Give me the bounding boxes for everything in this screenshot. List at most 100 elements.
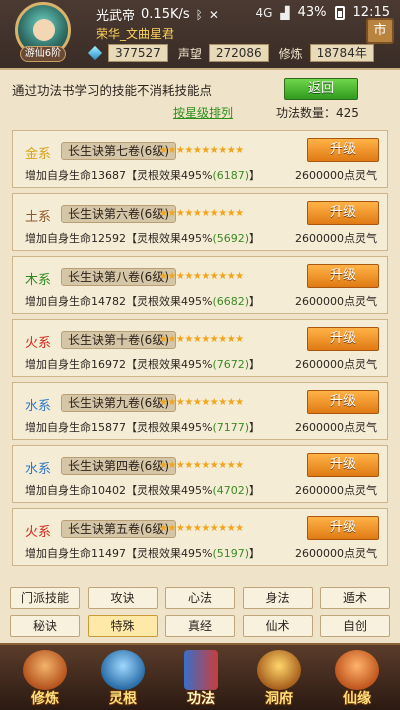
player-name: 荣华_文曲星君	[96, 27, 175, 41]
skill-card: 水系 长生诀第四卷(6级) ★★★★★★★★★★ 升级 增加自身生命10402【…	[12, 445, 388, 503]
category-tabs: 门派技能 攻诀 心法 身法 遁术 秘诀 特殊 真经 仙术 自创	[10, 587, 390, 643]
effect-close: 】	[249, 547, 261, 560]
star-rating: ★★★★★★★★★★	[159, 460, 244, 471]
skill-element: 水系	[25, 399, 52, 414]
star-rating: ★★★★★★★★★★	[159, 145, 244, 156]
skill-effect: 增加自身生命16972【灵根效果495%(7672)】	[25, 356, 260, 372]
upgrade-button[interactable]: 升级	[307, 390, 379, 414]
effect-text: 增加自身生命13687【灵根效果495%	[25, 169, 213, 182]
top-header: 光武帝 0.15K/s ᛒ ✕ 4G ▟ 43% 12:15 游仙6阶 荣华_文…	[0, 0, 400, 68]
skill-panel: 通过功法书学习的技能不消耗技能点 返回 按星级排列 功法数量：425 金系 长生…	[0, 68, 400, 643]
tab-attack[interactable]: 攻诀	[87, 587, 158, 609]
spirit-root-icon	[101, 650, 145, 690]
effect-bonus: (4702)	[212, 484, 250, 497]
nav-label: 洞府	[265, 691, 293, 707]
effect-text: 增加自身生命12592【灵根效果495%	[25, 232, 213, 245]
player-avatar-area[interactable]: 游仙6阶	[12, 2, 74, 64]
status-app-name: 光武帝	[96, 9, 136, 24]
effect-close: 】	[249, 295, 261, 308]
tab-scripture[interactable]: 真经	[165, 615, 235, 637]
effect-bonus: (6187)	[212, 169, 250, 182]
effect-bonus: (7672)	[212, 358, 250, 371]
nav-label: 灵根	[109, 691, 137, 707]
nav-label: 修炼	[31, 691, 59, 707]
tab-secret[interactable]: 秘诀	[10, 615, 80, 637]
effect-close: 】	[249, 358, 261, 371]
tab-sect-skills[interactable]: 门派技能	[10, 587, 80, 609]
effect-bonus: (5197)	[212, 547, 250, 560]
nav-skills[interactable]: 功法	[166, 648, 236, 710]
effect-close: 】	[249, 169, 261, 182]
upgrade-cost: 2600000点灵气	[295, 547, 377, 560]
cultivation-label: 修炼	[278, 46, 303, 61]
level-badge: 游仙6阶	[20, 46, 66, 62]
status-speed: 0.15K/s	[141, 7, 190, 22]
upgrade-button[interactable]: 升级	[307, 201, 379, 225]
tab-row-2: 秘诀 特殊 真经 仙术 自创	[10, 615, 390, 637]
gem-icon	[87, 45, 103, 61]
gourd-icon	[335, 650, 379, 690]
upgrade-button[interactable]: 升级	[307, 264, 379, 288]
tab-escape[interactable]: 遁术	[320, 587, 390, 609]
cultivation-icon	[23, 650, 67, 690]
skill-element: 火系	[25, 336, 52, 351]
tab-special[interactable]: 特殊	[87, 615, 158, 637]
network-icon: 4G	[255, 5, 273, 20]
battery-percent: 43%	[297, 5, 327, 20]
effect-bonus: (7177)	[212, 421, 250, 434]
bottom-nav: 修炼 灵根 功法 洞府 仙缘	[0, 643, 400, 710]
star-rating: ★★★★★★★★★★	[159, 523, 244, 534]
market-button[interactable]: 市	[366, 18, 394, 44]
upgrade-button[interactable]: 升级	[307, 327, 379, 351]
skill-effect: 增加自身生命15877【灵根效果495%(7177)】	[25, 419, 260, 435]
skill-card: 火系 长生诀第五卷(6级) ★★★★★★★★★★ 升级 增加自身生命11497【…	[12, 508, 388, 566]
skill-effect: 增加自身生命13687【灵根效果495%(6187)】	[25, 167, 260, 183]
nav-label: 功法	[187, 691, 215, 707]
currency-value: 377527	[108, 44, 168, 62]
effect-text: 增加自身生命15877【灵根效果495%	[25, 421, 213, 434]
upgrade-button[interactable]: 升级	[307, 138, 379, 162]
upgrade-cost: 2600000点灵气	[295, 295, 377, 308]
upgrade-cost: 2600000点灵气	[295, 421, 377, 434]
cultivation-value: 18784年	[309, 44, 374, 62]
effect-close: 】	[249, 232, 261, 245]
upgrade-cost: 2600000点灵气	[295, 232, 377, 245]
stats-row: 377527 声望 272086 修炼 18784年	[87, 44, 374, 62]
nav-cave[interactable]: 洞府	[244, 648, 314, 710]
battery-icon	[334, 5, 345, 20]
star-rating: ★★★★★★★★★★	[159, 397, 244, 408]
effect-text: 增加自身生命16972【灵根效果495%	[25, 358, 213, 371]
star-rating: ★★★★★★★★★★	[159, 208, 244, 219]
effect-close: 】	[249, 484, 261, 497]
effect-close: 】	[249, 421, 261, 434]
nav-spirit-root[interactable]: 灵根	[88, 648, 158, 710]
tab-movement[interactable]: 身法	[242, 587, 313, 609]
effect-text: 增加自身生命14782【灵根效果495%	[25, 295, 213, 308]
effect-bonus: (5692)	[212, 232, 250, 245]
star-rating: ★★★★★★★★★★	[159, 334, 244, 345]
nav-fate[interactable]: 仙缘	[322, 648, 392, 710]
sort-by-star-link[interactable]: 按星级排列	[173, 104, 233, 121]
upgrade-button[interactable]: 升级	[307, 516, 379, 540]
tab-mind[interactable]: 心法	[165, 587, 235, 609]
effect-text: 增加自身生命10402【灵根效果495%	[25, 484, 213, 497]
skill-list[interactable]: 金系 长生诀第七卷(6级) ★★★★★★★★★★ 升级 增加自身生命13687【…	[12, 130, 388, 571]
tab-immortal-arts[interactable]: 仙术	[242, 615, 313, 637]
skill-effect: 增加自身生命11497【灵根效果495%(5197)】	[25, 545, 260, 561]
prestige-label: 声望	[177, 46, 202, 61]
intro-text: 通过功法书学习的技能不消耗技能点	[12, 83, 213, 98]
tab-row-1: 门派技能 攻诀 心法 身法 遁术	[10, 587, 390, 609]
nav-label: 仙缘	[343, 691, 371, 707]
upgrade-button[interactable]: 升级	[307, 453, 379, 477]
mute-icon: ✕	[208, 7, 219, 22]
skill-card: 水系 长生诀第九卷(6级) ★★★★★★★★★★ 升级 增加自身生命15877【…	[12, 382, 388, 440]
nav-cultivation[interactable]: 修炼	[10, 648, 80, 710]
upgrade-cost: 2600000点灵气	[295, 169, 377, 182]
back-button[interactable]: 返回	[284, 78, 358, 100]
skill-effect: 增加自身生命10402【灵根效果495%(4702)】	[25, 482, 260, 498]
tab-self-created[interactable]: 自创	[320, 615, 390, 637]
signal-icon: ▟	[280, 5, 290, 20]
bluetooth-icon: ᛒ	[195, 7, 203, 22]
skill-element: 金系	[25, 147, 52, 162]
skill-effect: 增加自身生命14782【灵根效果495%(6682)】	[25, 293, 260, 309]
